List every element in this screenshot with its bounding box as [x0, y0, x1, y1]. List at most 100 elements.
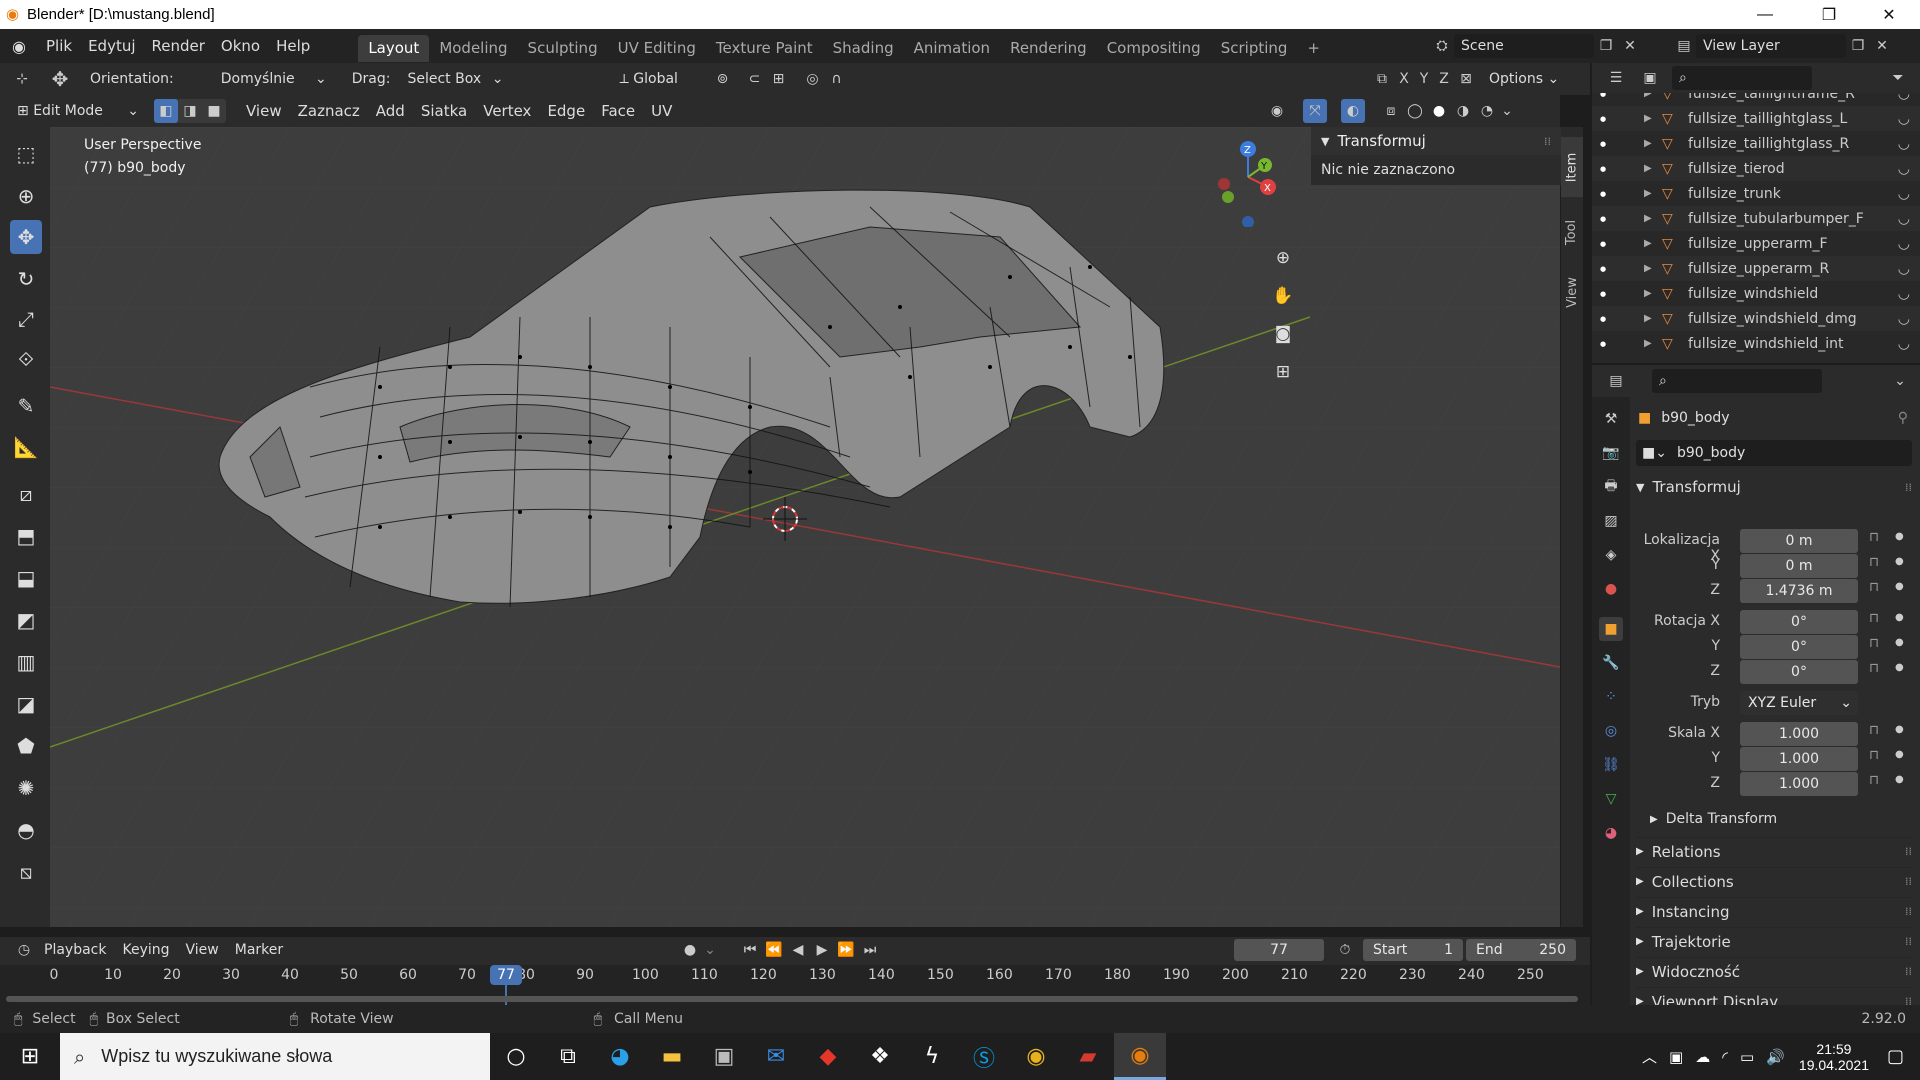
smooth-tool-icon[interactable]: ◓ [10, 813, 42, 847]
outliner-item[interactable]: ● ▶ ▽ fullsize_windshield ◡ [1592, 281, 1920, 306]
move-tool-button-icon[interactable]: ✥ [10, 220, 42, 254]
menu-okno[interactable]: Okno [213, 29, 268, 63]
outliner-item[interactable]: ● ▶ ▽ fullsize_taillightglass_L ◡ [1592, 106, 1920, 131]
extrude-tool-icon[interactable]: ⬒ [10, 519, 42, 553]
edge-browser-icon[interactable]: ◕ [594, 1033, 646, 1080]
scene-props-icon[interactable]: ◈ [1599, 543, 1623, 567]
wireframe-shading-icon[interactable]: ◯ [1403, 99, 1427, 123]
add-workspace-button[interactable]: + [1297, 35, 1330, 62]
material-shading-icon[interactable]: ◑ [1451, 99, 1475, 123]
cursor-tool-icon[interactable]: ⊕ [10, 179, 42, 213]
keyframe-dot-icon[interactable]: ● [1895, 612, 1904, 623]
xray-toggle-icon[interactable]: ⧈ [1379, 99, 1403, 123]
property-section-header[interactable]: ▶ Instancing ⁞⁞ [1636, 897, 1912, 925]
drag-dropdown[interactable]: Select Box ⌄ [400, 67, 510, 91]
hide-eye-icon[interactable]: ◡ [1898, 186, 1910, 202]
prev-keyframe-icon[interactable]: ⏪ [762, 938, 786, 962]
edge-select-icon[interactable]: ◨ [178, 99, 202, 123]
drag-handle-icon[interactable]: ⁞⁞ [1905, 481, 1912, 494]
rendered-shading-icon[interactable]: ◔ [1475, 99, 1499, 123]
lock-icon[interactable]: ⊓ [1869, 611, 1879, 626]
close-button[interactable]: ✕ [1866, 0, 1912, 29]
tab-modeling[interactable]: Modeling [429, 35, 517, 62]
transform-orientation-dropdown[interactable]: ⟂ Global [612, 67, 706, 91]
solid-shading-icon[interactable]: ● [1427, 99, 1451, 123]
overlay-toggle-icon[interactable]: ◐ [1341, 99, 1365, 123]
battery-icon[interactable]: ▭ [1740, 1048, 1754, 1066]
data-props-icon[interactable]: ▽ [1599, 787, 1623, 811]
blender-menu-icon[interactable]: ◉ [0, 37, 38, 56]
properties-search-input[interactable]: ⌕ [1652, 369, 1822, 393]
property-section-header[interactable]: ▶ Relations ⁞⁞ [1636, 837, 1912, 865]
jump-start-icon[interactable]: ⏮ [738, 938, 762, 962]
measure-tool-icon[interactable]: 📐 [10, 430, 42, 464]
lock-icon[interactable]: ⊓ [1869, 580, 1879, 595]
outliner-item[interactable]: ● ▶ ▽ fullsize_tierod ◡ [1592, 156, 1920, 181]
lock-icon[interactable]: ⊓ [1869, 773, 1879, 788]
filmora-icon[interactable]: ▰ [1062, 1033, 1114, 1080]
outliner-item[interactable]: ● ▶ ▽ fullsize_upperarm_R ◡ [1592, 256, 1920, 281]
file-explorer-icon[interactable]: ▬ [646, 1033, 698, 1080]
task-view-icon[interactable]: ⧉ [542, 1033, 594, 1080]
outliner-item[interactable]: ● ▶ ▽ fullsize_upperarm_F ◡ [1592, 231, 1920, 256]
tab-texture-paint[interactable]: Texture Paint [706, 35, 823, 62]
loop-cut-tool-icon[interactable]: ▥ [10, 645, 42, 679]
output-props-icon[interactable]: 🖶 [1599, 475, 1623, 499]
visibility-icon[interactable]: ◉ [1265, 99, 1289, 123]
render-props-icon[interactable]: 📷 [1599, 441, 1623, 465]
modifier-props-icon[interactable]: 🔧 [1599, 651, 1623, 675]
hide-eye-icon[interactable]: ◡ [1898, 211, 1910, 227]
ortho-toggle-icon[interactable]: ⊞ [1268, 357, 1298, 387]
volume-icon[interactable]: 🔊 [1766, 1048, 1785, 1066]
timeline-ruler[interactable]: 0 10 20 30 40 50 60 70 80 90 100 110 120 130 140 150 160… [0, 965, 1590, 1005]
poly-build-tool-icon[interactable]: ⬟ [10, 729, 42, 763]
vertex-select-icon[interactable]: ◧ [154, 99, 178, 123]
hide-eye-icon[interactable]: ◡ [1898, 136, 1910, 152]
hide-eye-icon[interactable]: ◡ [1898, 93, 1910, 102]
menu-edytuj[interactable]: Edytuj [80, 29, 143, 63]
tab-uv-editing[interactable]: UV Editing [608, 35, 706, 62]
current-frame-field[interactable]: 77 [1234, 939, 1324, 961]
taskbar-search-input[interactable]: ⌕ Wpisz tu wyszukiwane słowa [60, 1033, 490, 1080]
expand-arrow-icon[interactable]: ▶ [1644, 313, 1662, 324]
drag-handle-icon[interactable]: ⁞⁞ [1544, 135, 1551, 148]
lock-icon[interactable]: ⊓ [1869, 748, 1879, 763]
face-select-icon[interactable]: ■ [202, 99, 226, 123]
menu-uv[interactable]: UV [643, 94, 680, 128]
mail-icon[interactable]: ✉ [750, 1033, 802, 1080]
particles-props-icon[interactable]: ⁘ [1599, 685, 1623, 709]
tab-shading[interactable]: Shading [823, 35, 904, 62]
meet-now-icon[interactable]: ▣ [1669, 1048, 1683, 1066]
shear-tool-icon[interactable]: ⧅ [10, 855, 42, 889]
view-layer-field[interactable]: View Layer [1696, 34, 1846, 58]
hide-eye-icon[interactable]: ◡ [1898, 161, 1910, 177]
proportional-edit-icon[interactable]: ◎ [800, 67, 824, 91]
scale-x-field[interactable]: 1.000 [1740, 722, 1858, 746]
keyframe-dot-icon[interactable]: ● [1895, 637, 1904, 648]
keyframe-dot-icon[interactable]: ● [1895, 749, 1904, 760]
scene-field[interactable]: Scene [1454, 34, 1594, 58]
expand-arrow-icon[interactable]: ▶ [1644, 138, 1662, 149]
outliner-item[interactable]: ● ▶ ▽ fullsize_taillightglass_R ◡ [1592, 131, 1920, 156]
onedrive-icon[interactable]: ☁ [1695, 1048, 1710, 1066]
end-frame-field[interactable]: End 250 [1466, 939, 1576, 961]
expand-arrow-icon[interactable]: ▶ [1644, 263, 1662, 274]
expand-arrow-icon[interactable]: ▶ [1644, 238, 1662, 249]
property-section-header[interactable]: ▶ Trajektorie ⁞⁞ [1636, 927, 1912, 955]
jump-end-icon[interactable]: ⏭ [858, 938, 882, 962]
play-icon[interactable]: ▶ [810, 938, 834, 962]
auto-merge-icon[interactable]: ⊠ [1454, 67, 1478, 91]
outliner-editor-icon[interactable]: ☰ [1604, 66, 1628, 90]
next-keyframe-icon[interactable]: ⏩ [834, 938, 858, 962]
menu-marker[interactable]: Marker [227, 937, 291, 963]
hide-eye-icon[interactable]: ◡ [1898, 286, 1910, 302]
snap-target-icon[interactable]: ⊞ [766, 67, 790, 91]
bevel-tool-icon[interactable]: ◩ [10, 603, 42, 637]
annotate-tool-icon[interactable]: ✎ [10, 389, 42, 423]
lock-icon[interactable]: ⊓ [1869, 555, 1879, 570]
lock-icon[interactable]: ⊓ [1869, 636, 1879, 651]
expand-arrow-icon[interactable]: ▶ [1644, 163, 1662, 174]
material-props-icon[interactable]: ◕ [1599, 821, 1623, 845]
chrome-icon[interactable]: ◉ [1010, 1033, 1062, 1080]
tab-sculpting[interactable]: Sculpting [518, 35, 608, 62]
